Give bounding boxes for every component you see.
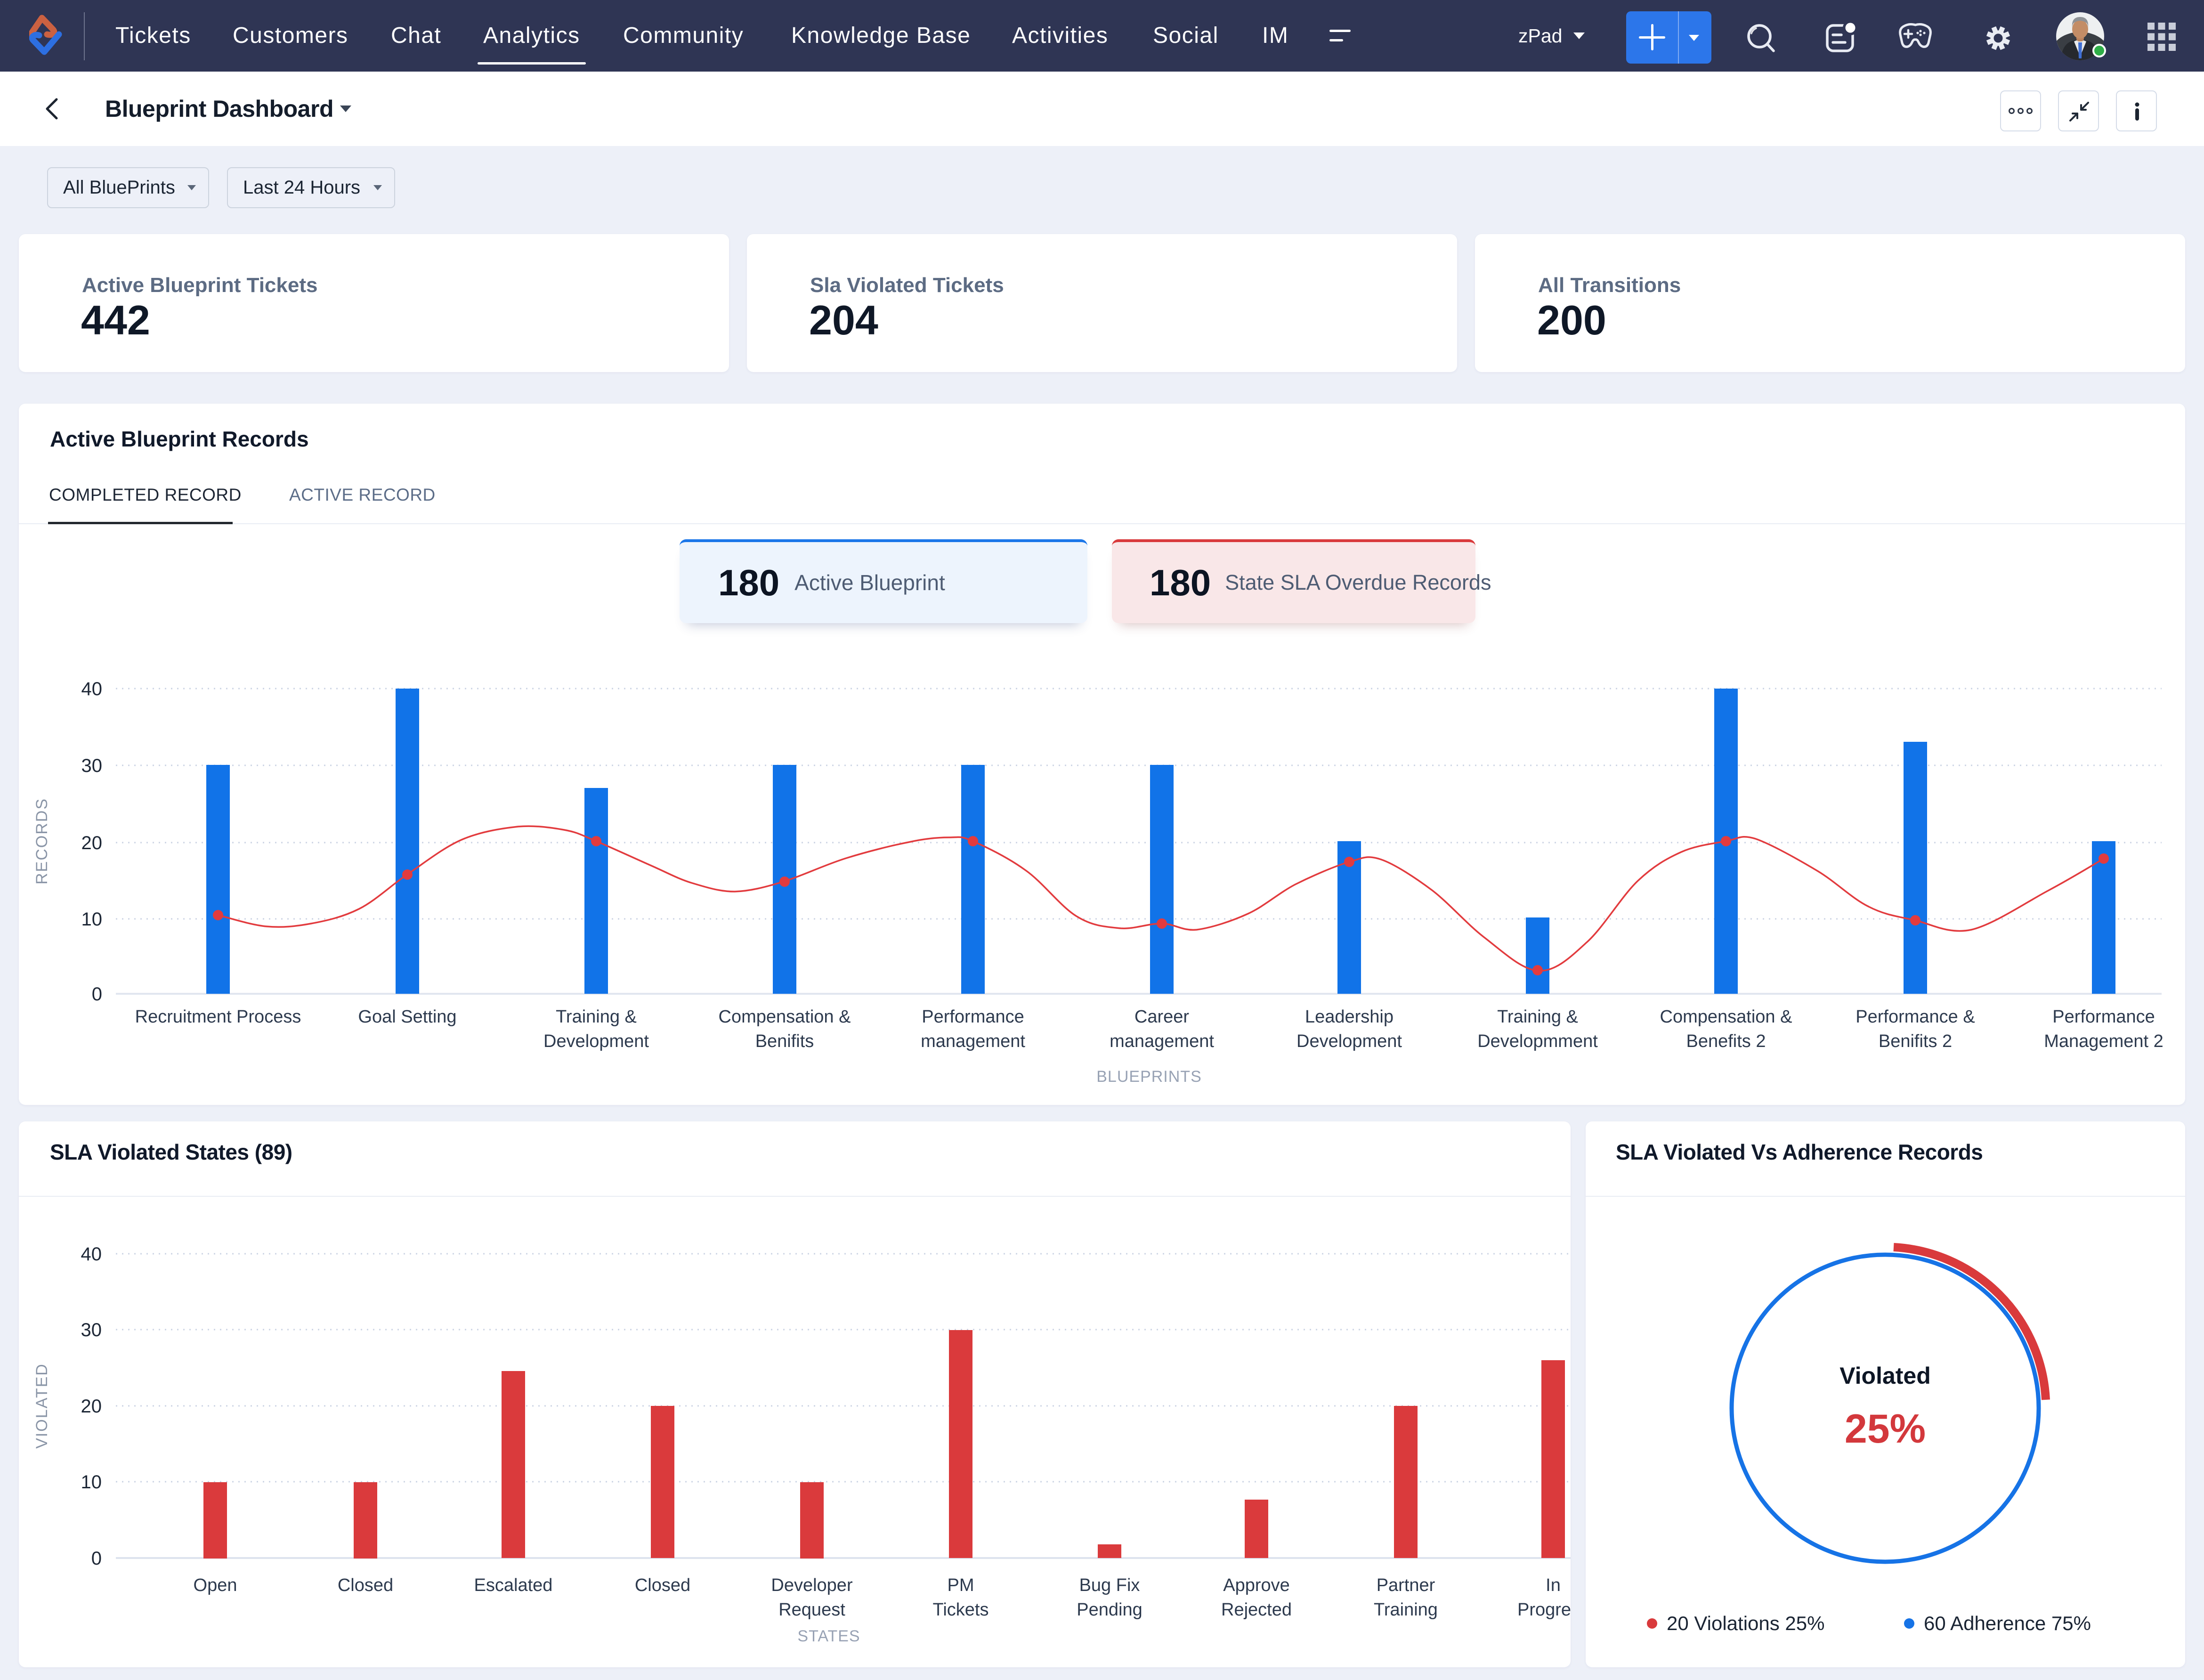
svg-text:Benefits 2: Benefits 2 bbox=[1686, 1031, 1766, 1051]
svg-text:management: management bbox=[921, 1031, 1025, 1051]
svg-text:Escalated: Escalated bbox=[474, 1575, 553, 1595]
svg-text:Request: Request bbox=[778, 1600, 845, 1620]
svg-text:Leadership: Leadership bbox=[1305, 1007, 1394, 1027]
svg-text:Benifits 2: Benifits 2 bbox=[1879, 1031, 1952, 1051]
svg-text:30: 30 bbox=[81, 755, 103, 776]
svg-text:Performance: Performance bbox=[2052, 1007, 2155, 1027]
svg-text:Approve: Approve bbox=[1223, 1575, 1290, 1595]
svg-text:Goal Setting: Goal Setting bbox=[358, 1007, 456, 1027]
svg-text:0: 0 bbox=[92, 984, 102, 1005]
svg-text:Open: Open bbox=[194, 1575, 237, 1595]
svg-text:Training &: Training & bbox=[556, 1007, 637, 1027]
svg-text:Rejected: Rejected bbox=[1221, 1600, 1292, 1620]
svg-text:STATES: STATES bbox=[797, 1627, 860, 1645]
svg-text:Bug Fix: Bug Fix bbox=[1079, 1575, 1140, 1595]
svg-text:Performance: Performance bbox=[922, 1007, 1024, 1027]
svg-text:Progress: Progress bbox=[1517, 1600, 1571, 1620]
svg-text:Compensation &: Compensation & bbox=[719, 1007, 851, 1027]
svg-text:In: In bbox=[1546, 1575, 1561, 1595]
svg-text:40: 40 bbox=[81, 679, 103, 699]
svg-text:Training: Training bbox=[1374, 1600, 1438, 1620]
svg-text:Development: Development bbox=[1296, 1031, 1402, 1051]
svg-text:0: 0 bbox=[91, 1548, 102, 1569]
svg-text:Performance &: Performance & bbox=[1856, 1007, 1975, 1027]
svg-text:Closed: Closed bbox=[635, 1575, 690, 1595]
svg-text:10: 10 bbox=[81, 909, 103, 930]
svg-text:Recruitment Process: Recruitment Process bbox=[135, 1007, 301, 1027]
svg-text:Career: Career bbox=[1134, 1007, 1189, 1027]
svg-text:20 Violations 25%: 20 Violations 25% bbox=[1667, 1612, 1824, 1634]
svg-text:Management 2: Management 2 bbox=[2044, 1031, 2163, 1051]
svg-text:Developmment: Developmment bbox=[1477, 1031, 1598, 1051]
svg-text:Compensation &: Compensation & bbox=[1660, 1007, 1792, 1027]
svg-text:Developer: Developer bbox=[771, 1575, 853, 1595]
svg-text:Pending: Pending bbox=[1077, 1600, 1142, 1620]
svg-text:60 Adherence 75%: 60 Adherence 75% bbox=[1924, 1612, 2091, 1634]
svg-text:Closed: Closed bbox=[338, 1575, 393, 1595]
svg-text:management: management bbox=[1110, 1031, 1214, 1051]
svg-text:Benifits: Benifits bbox=[755, 1031, 814, 1051]
svg-text:10: 10 bbox=[81, 1472, 102, 1493]
svg-text:25%: 25% bbox=[1845, 1406, 1926, 1452]
svg-text:PM: PM bbox=[948, 1575, 974, 1595]
svg-text:20: 20 bbox=[81, 1396, 102, 1417]
svg-text:RECORDS: RECORDS bbox=[33, 798, 51, 885]
svg-text:Partner: Partner bbox=[1377, 1575, 1435, 1595]
svg-text:30: 30 bbox=[81, 1320, 102, 1340]
svg-text:Development: Development bbox=[543, 1031, 649, 1051]
svg-text:20: 20 bbox=[81, 833, 103, 853]
svg-text:BLUEPRINTS: BLUEPRINTS bbox=[1096, 1068, 1202, 1086]
svg-text:VIOLATED: VIOLATED bbox=[33, 1363, 51, 1449]
svg-text:Training &: Training & bbox=[1497, 1007, 1578, 1027]
svg-text:Violated: Violated bbox=[1839, 1363, 1931, 1389]
svg-text:Tickets: Tickets bbox=[933, 1600, 989, 1620]
svg-text:40: 40 bbox=[81, 1244, 102, 1265]
